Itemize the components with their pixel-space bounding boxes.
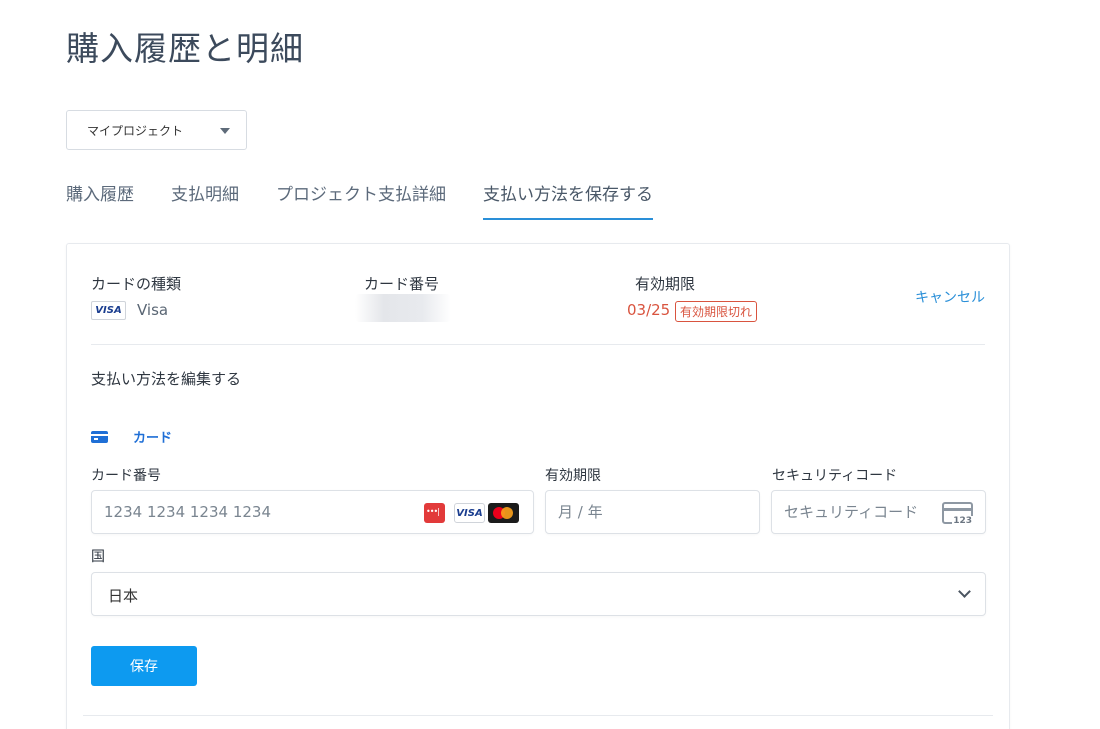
expiry-label: 有効期限	[635, 275, 696, 293]
country-select-value: 日本	[108, 587, 139, 605]
save-button[interactable]: 保存	[91, 646, 197, 686]
cvc-input[interactable]	[784, 491, 934, 533]
tab-bar: 購入履歴 支払明細 プロジェクト支払詳細 支払い方法を保存する	[66, 176, 690, 222]
cvc-field: 123	[771, 490, 986, 534]
country-select[interactable]: 日本	[91, 572, 986, 616]
card-number-label: カード番号	[364, 275, 440, 293]
page: 購入履歴と明細 マイプロジェクト 購入履歴 支払明細 プロジェクト支払詳細 支払…	[0, 0, 1100, 729]
payment-method-panel: カードの種類 VISA Visa カード番号 有効期限 03/25 有効期限切れ…	[66, 243, 1010, 729]
tab-project-payment-details[interactable]: プロジェクト支払詳細	[276, 176, 446, 220]
visa-icon: VISA	[91, 301, 126, 320]
divider	[83, 715, 993, 716]
country-field-label: 国	[91, 549, 105, 565]
visa-icon: VISA	[454, 503, 485, 523]
card-number-field-label: カード番号	[91, 468, 161, 484]
expiry-field-label: 有効期限	[545, 468, 601, 484]
cvc-card-icon: 123	[942, 502, 973, 526]
page-title: 購入履歴と明細	[66, 29, 304, 68]
tab-saved-payment-methods[interactable]: 支払い方法を保存する	[483, 176, 653, 220]
tab-purchase-history[interactable]: 購入履歴	[66, 176, 134, 220]
card-brand: Visa	[137, 301, 169, 319]
caret-down-icon	[220, 128, 230, 134]
cvc-field-label: セキュリティコード	[772, 468, 898, 484]
divider	[91, 344, 985, 345]
expiry-field	[545, 490, 760, 534]
mastercard-icon	[488, 503, 519, 523]
generic-card-icon	[424, 503, 445, 523]
card-type-label: カードの種類	[91, 275, 182, 293]
expired-badge: 有効期限切れ	[675, 301, 758, 322]
cvc-icon-text: 123	[952, 516, 973, 526]
tab-payment-statements[interactable]: 支払明細	[171, 176, 239, 220]
project-select-value: マイプロジェクト	[87, 123, 184, 138]
card-number-input[interactable]	[104, 491, 404, 533]
edit-payment-heading: 支払い方法を編集する	[91, 370, 242, 388]
masked-card-number	[355, 294, 451, 322]
payment-method-tab-card[interactable]: カード	[91, 427, 172, 446]
cancel-link[interactable]: キャンセル	[915, 287, 985, 307]
expiry-value: 03/25	[627, 301, 671, 319]
project-select[interactable]: マイプロジェクト	[66, 110, 247, 150]
expiry-input[interactable]	[558, 491, 748, 533]
credit-card-icon	[91, 430, 108, 443]
card-number-field: VISA	[91, 490, 534, 534]
chevron-down-icon	[958, 585, 971, 598]
payment-method-tab-label: カード	[133, 431, 173, 446]
